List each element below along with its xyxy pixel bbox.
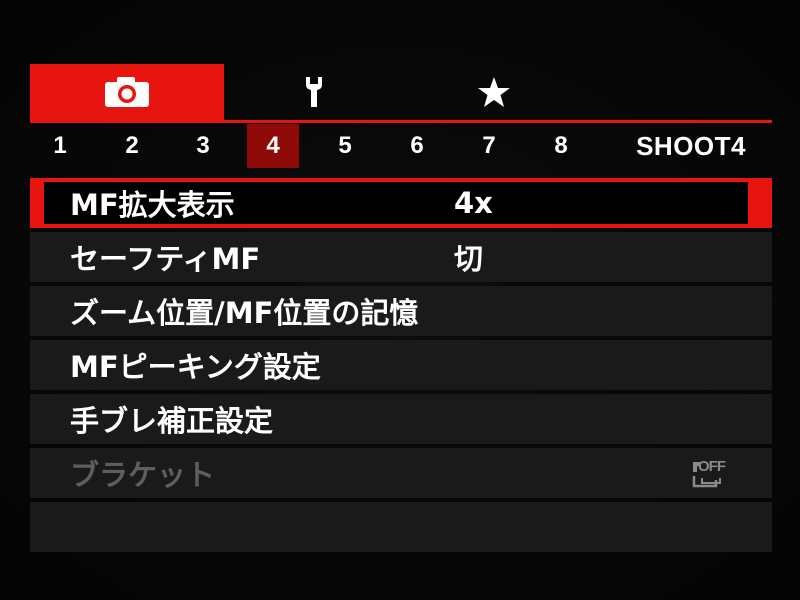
tab-setup[interactable] (224, 64, 404, 120)
tab-underline (30, 120, 772, 123)
bracket-off-icon: OFF (690, 456, 730, 490)
menu-list: MF拡大表示 4x セーフティMF 切 ズーム位置/MF位置の記憶 MFピーキン… (30, 178, 772, 556)
menu-item-label: MF拡大表示 (70, 188, 235, 222)
bracket-off-label: OFF (698, 458, 726, 475)
star-icon (478, 77, 510, 107)
sub-tab-1[interactable]: 1 (34, 124, 86, 168)
sub-tab-3[interactable]: 3 (177, 124, 229, 168)
wrench-icon (306, 77, 322, 107)
menu-item-bracket: ブラケット OFF (30, 448, 772, 498)
category-tabs (30, 64, 772, 123)
sub-tabs: 1 2 3 4 5 6 7 8 SHOOT4 (30, 124, 772, 168)
sub-tab-6[interactable]: 6 (391, 124, 443, 168)
menu-item-label: ズーム位置/MF位置の記憶 (70, 296, 419, 330)
menu-item-value: 4x (454, 186, 493, 220)
sub-tab-2[interactable]: 2 (106, 124, 158, 168)
sub-tab-5[interactable]: 5 (319, 124, 371, 168)
menu-item-image-stabilization[interactable]: 手ブレ補正設定 (30, 394, 772, 444)
menu-item-label: 手ブレ補正設定 (70, 404, 274, 438)
menu-item-label: MFピーキング設定 (70, 350, 321, 384)
menu-item-label: セーフティMF (70, 242, 261, 276)
sub-tab-4[interactable]: 4 (247, 124, 299, 168)
sub-tab-8[interactable]: 8 (535, 124, 587, 168)
menu-empty-row (30, 502, 772, 552)
menu-item-safety-mf[interactable]: セーフティMF 切 (30, 232, 772, 282)
tab-shooting[interactable] (30, 64, 224, 120)
menu-item-label: ブラケット (70, 458, 216, 492)
camera-menu-screen: 1 2 3 4 5 6 7 8 SHOOT4 MF拡大表示 4x セーフティMF… (0, 0, 800, 600)
menu-item-mf-zoom[interactable]: MF拡大表示 4x (30, 178, 772, 228)
tab-my-menu[interactable] (404, 64, 584, 120)
menu-item-mf-peaking[interactable]: MFピーキング設定 (30, 340, 772, 390)
sub-tab-7[interactable]: 7 (463, 124, 515, 168)
menu-item-zoom-mf-memory[interactable]: ズーム位置/MF位置の記憶 (30, 286, 772, 336)
page-title: SHOOT4 (636, 130, 746, 161)
menu-item-value: 切 (454, 242, 484, 276)
camera-icon (105, 77, 149, 107)
